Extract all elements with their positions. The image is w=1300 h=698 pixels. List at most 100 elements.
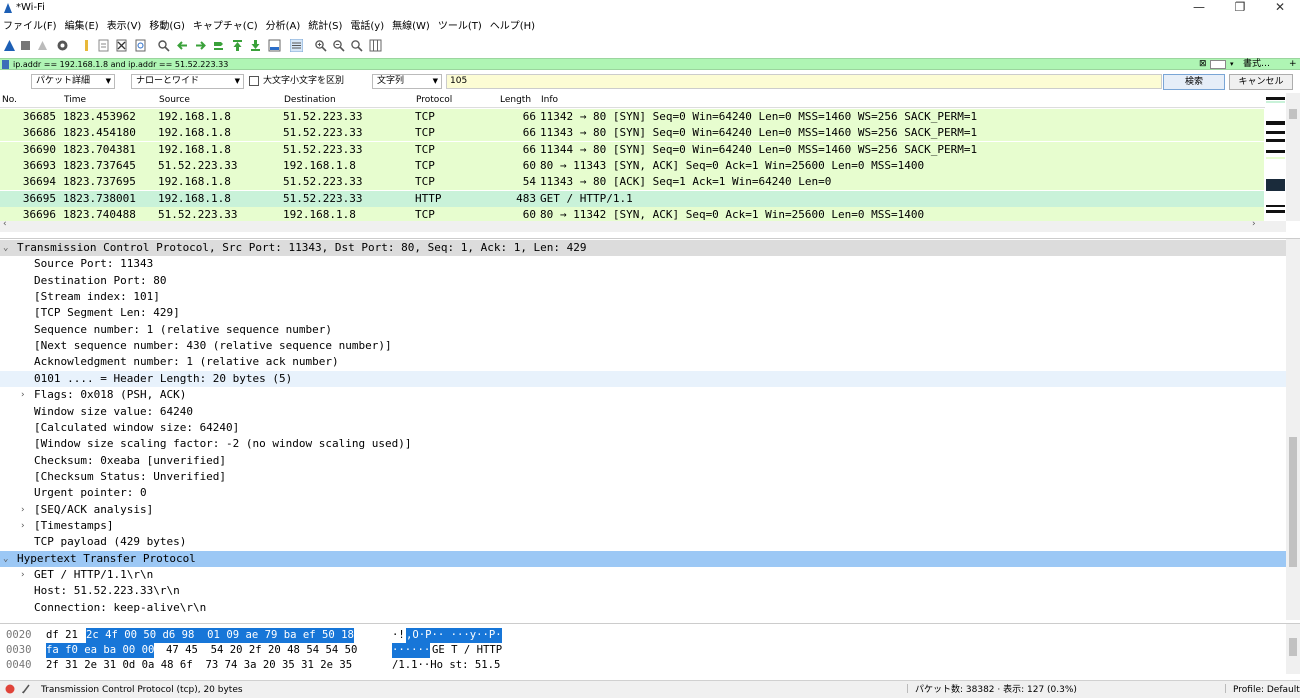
go-back-icon[interactable]: [176, 39, 189, 52]
expert-info-icon[interactable]: [5, 684, 15, 694]
hex-bytes[interactable]: 2c 4f 00 50 d6 98 01 09 ae 79 ba ef 50 1…: [86, 628, 354, 643]
open-file-icon[interactable]: [80, 39, 93, 52]
detail-tree-item[interactable]: [Calculated window size: 64240]: [0, 420, 1286, 436]
detail-tree-item[interactable]: ⌄ Transmission Control Protocol, Src Port…: [0, 240, 1286, 257]
detail-tree-item[interactable]: [Next sequence number: 430 (relative seq…: [0, 338, 1286, 354]
stop-capture-icon[interactable]: [19, 39, 32, 52]
packet-minimap[interactable]: [1265, 95, 1286, 213]
filter-history-arrow-icon[interactable]: ▾: [1230, 59, 1234, 70]
capture-comment-icon[interactable]: [21, 684, 31, 694]
normal-size-icon[interactable]: [350, 39, 363, 52]
detail-tree-item[interactable]: › GET / HTTP/1.1\r\n: [0, 567, 1286, 583]
search-type-select[interactable]: 文字列 ▼: [372, 74, 442, 89]
detail-tree-item[interactable]: Connection: keep-alive\r\n: [0, 600, 1286, 616]
menu-view[interactable]: 表示(V): [103, 18, 146, 36]
capture-options-icon[interactable]: [56, 39, 69, 52]
bytes-scrollbar[interactable]: [1286, 624, 1300, 674]
find-packet-icon[interactable]: [157, 39, 170, 52]
status-profile[interactable]: Profile: Default: [1233, 683, 1300, 697]
column-header-destination[interactable]: Destination: [284, 94, 336, 107]
zoom-out-icon[interactable]: [332, 39, 345, 52]
menu-statistics[interactable]: 統計(S): [304, 18, 346, 36]
resize-columns-icon[interactable]: [369, 39, 382, 52]
detail-tree-item[interactable]: [Checksum Status: Unverified]: [0, 469, 1286, 485]
chevron-right-icon[interactable]: ›: [20, 518, 25, 534]
detail-tree-item[interactable]: › [SEQ/ACK analysis]: [0, 502, 1286, 518]
scroll-right-icon[interactable]: ›: [1252, 219, 1256, 229]
detail-tree-item[interactable]: Urgent pointer: 0: [0, 485, 1286, 501]
start-capture-icon[interactable]: [3, 39, 16, 52]
display-filter-bar[interactable]: ip.addr == 192.168.1.8 and ip.addr == 51…: [0, 58, 1300, 70]
detail-tree-item[interactable]: Source Port: 11343: [0, 256, 1286, 272]
reload-file-icon[interactable]: [134, 39, 147, 52]
column-header-protocol[interactable]: Protocol: [416, 94, 452, 107]
menu-analyze[interactable]: 分析(A): [262, 18, 305, 36]
chevron-right-icon[interactable]: ›: [20, 567, 25, 583]
detail-tree-item[interactable]: Checksum: 0xeaba [unverified]: [0, 453, 1286, 469]
detail-tree-item[interactable]: Acknowledgment number: 1 (relative ack n…: [0, 354, 1286, 370]
hex-bytes[interactable]: fa f0 ea ba 00 00: [46, 643, 155, 659]
detail-tree-item[interactable]: [Stream index: 101]: [0, 289, 1286, 305]
ascii-bytes[interactable]: GE T / HTTP: [432, 643, 502, 658]
menu-telephony[interactable]: 電話(y): [346, 18, 388, 36]
detail-tree-item[interactable]: ⌄ Hypertext Transfer Protocol: [0, 550, 1286, 567]
close-file-icon[interactable]: [115, 39, 128, 52]
scroll-left-icon[interactable]: ‹: [3, 219, 7, 229]
go-first-packet-icon[interactable]: [231, 39, 244, 52]
colorize-icon[interactable]: [290, 39, 303, 52]
search-width-select[interactable]: ナローとワイド ▼: [131, 74, 244, 89]
zoom-in-icon[interactable]: [314, 39, 327, 52]
column-header-no[interactable]: No.: [2, 94, 17, 107]
column-header-source[interactable]: Source: [159, 94, 190, 107]
close-button[interactable]: ✕: [1258, 0, 1300, 16]
display-filter-input[interactable]: ip.addr == 192.168.1.8 and ip.addr == 51…: [13, 59, 228, 70]
hex-bytes[interactable]: df 21: [46, 628, 78, 643]
menu-tools[interactable]: ツール(T): [434, 18, 486, 36]
ascii-bytes[interactable]: /1.1··Ho st: 51.5: [392, 658, 500, 673]
detail-tree-item[interactable]: › [Timestamps]: [0, 518, 1286, 534]
menu-wireless[interactable]: 無線(W): [388, 18, 434, 36]
packet-row[interactable]: 36693 1823.737645 51.52.223.33 192.168.1.8 T…: [0, 157, 1264, 175]
packet-row[interactable]: 36695 1823.738001 192.168.1.8 51.52.223.33 H…: [0, 190, 1264, 207]
detail-tree-item[interactable]: Destination Port: 80: [0, 273, 1286, 289]
search-scope-select[interactable]: パケット詳細 ▼: [31, 74, 115, 89]
cancel-button[interactable]: キャンセル: [1229, 74, 1293, 90]
ascii-bytes[interactable]: ······: [392, 643, 431, 659]
packet-list-scrollbar[interactable]: [1286, 93, 1300, 221]
menu-file[interactable]: ファイル(F): [0, 18, 61, 36]
column-header-info[interactable]: Info: [541, 94, 558, 107]
packet-row[interactable]: 36694 1823.737695 192.168.1.8 51.52.223.33 T…: [0, 174, 1264, 191]
go-to-packet-icon[interactable]: [212, 39, 225, 52]
ascii-bytes[interactable]: ·!: [392, 628, 405, 643]
column-header-time[interactable]: Time: [64, 94, 86, 107]
detail-tree-item[interactable]: Host: 51.52.223.33\r\n: [0, 583, 1286, 599]
chevron-right-icon[interactable]: ›: [20, 387, 25, 403]
go-last-packet-icon[interactable]: [249, 39, 262, 52]
add-filter-button[interactable]: +: [1289, 59, 1297, 70]
expression-button[interactable]: 書式…: [1243, 59, 1270, 70]
detail-tree-item[interactable]: › Flags: 0x018 (PSH, ACK): [0, 387, 1286, 403]
ascii-bytes[interactable]: ,O·P·· ···y··P·: [406, 628, 502, 643]
packet-row[interactable]: 36685 1823.453962 192.168.1.8 51.52.223.33 T…: [0, 109, 1264, 126]
detail-tree-item[interactable]: TCP payload (429 bytes): [0, 534, 1286, 550]
detail-tree-item[interactable]: 0101 .... = Header Length: 20 bytes (5): [0, 370, 1286, 388]
packet-row[interactable]: 36690 1823.704381 192.168.1.8 51.52.223.33 T…: [0, 141, 1264, 158]
hex-bytes[interactable]: 47 45 54 20 2f 20 48 54 54 50: [166, 643, 357, 658]
chevron-down-icon[interactable]: ⌄: [3, 240, 8, 256]
bookmark-icon[interactable]: [2, 60, 9, 69]
restore-button[interactable]: ❐: [1218, 0, 1262, 16]
details-scrollbar[interactable]: [1286, 239, 1300, 620]
minimize-button[interactable]: —: [1177, 0, 1221, 16]
chevron-down-icon[interactable]: ⌄: [3, 551, 8, 567]
apply-filter-icon[interactable]: [1210, 60, 1226, 69]
restart-capture-icon[interactable]: [36, 39, 49, 52]
detail-tree-item[interactable]: [Window size scaling factor: -2 (no wind…: [0, 436, 1286, 452]
search-input[interactable]: 105: [446, 74, 1162, 89]
chevron-right-icon[interactable]: ›: [20, 502, 25, 518]
detail-tree-item[interactable]: [TCP Segment Len: 429]: [0, 305, 1286, 321]
menu-go[interactable]: 移動(G): [145, 18, 189, 36]
detail-tree-item[interactable]: Window size value: 64240: [0, 404, 1286, 420]
column-header-length[interactable]: Length: [500, 94, 531, 107]
menu-capture[interactable]: キャプチャ(C): [189, 18, 262, 36]
clear-filter-icon[interactable]: ⊠: [1199, 59, 1207, 70]
